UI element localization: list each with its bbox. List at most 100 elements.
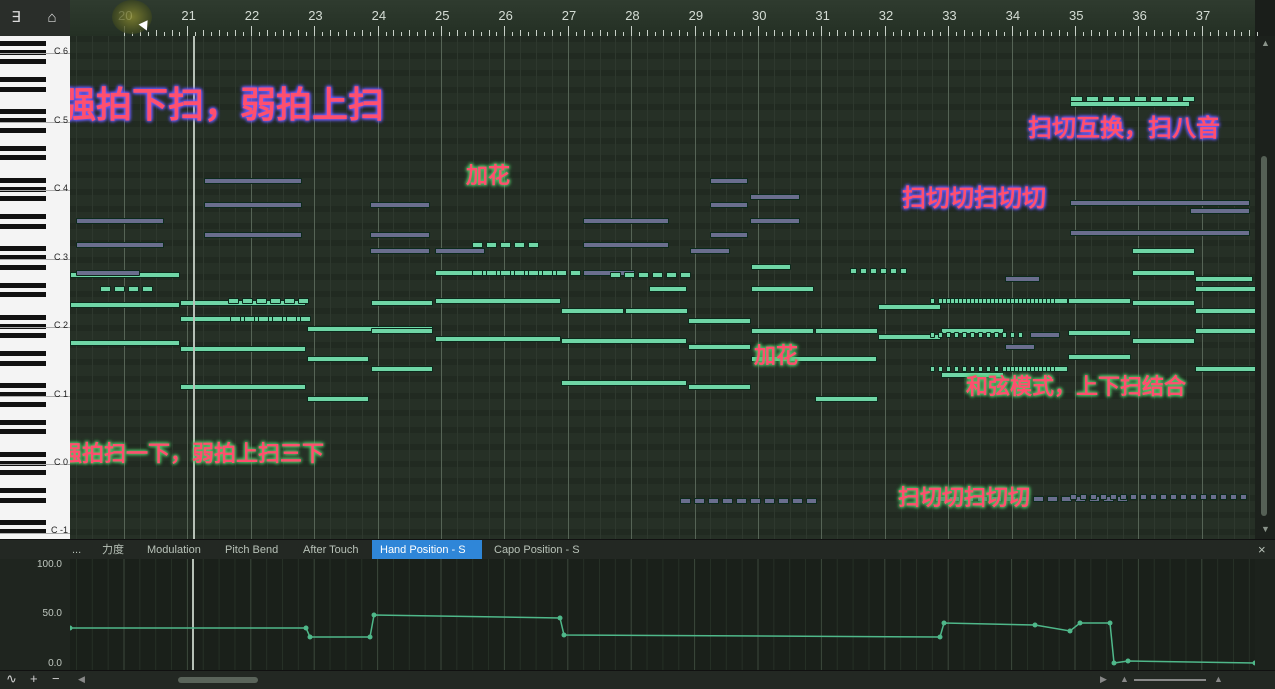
black-key[interactable] [0, 77, 46, 83]
remove-icon[interactable]: − [52, 671, 60, 686]
midi-note[interactable] [978, 332, 983, 338]
midi-note[interactable] [204, 232, 302, 238]
midi-note[interactable] [1130, 494, 1137, 500]
midi-note[interactable] [680, 498, 691, 504]
curve-node[interactable] [1111, 660, 1117, 666]
midi-note[interactable] [1195, 366, 1255, 372]
midi-note[interactable] [688, 344, 751, 350]
scroll-right-icon[interactable]: ▶ [1100, 674, 1107, 685]
midi-note[interactable] [228, 298, 239, 304]
midi-note[interactable] [284, 298, 295, 304]
black-key[interactable] [0, 470, 46, 475]
midi-note[interactable] [1182, 96, 1195, 102]
black-key[interactable] [0, 520, 46, 526]
midi-note[interactable] [970, 298, 975, 304]
add-icon[interactable]: + [30, 671, 38, 686]
midi-note[interactable] [930, 332, 935, 338]
midi-note[interactable] [583, 242, 669, 248]
curve-node[interactable] [557, 615, 563, 621]
midi-note[interactable] [1160, 494, 1167, 500]
midi-note[interactable] [1068, 298, 1131, 304]
tab-pitch-bend[interactable]: Pitch Bend [217, 540, 286, 560]
midi-note[interactable] [806, 498, 817, 504]
scroll-down-icon[interactable]: ▼ [1261, 524, 1270, 534]
midi-note[interactable] [258, 316, 269, 322]
midi-note[interactable] [370, 232, 430, 238]
black-key[interactable] [0, 383, 46, 389]
midi-note[interactable] [180, 346, 306, 352]
midi-note[interactable] [1190, 208, 1250, 214]
midi-note[interactable] [307, 356, 369, 362]
tab-more[interactable]: ... [68, 540, 85, 560]
midi-note[interactable] [514, 242, 525, 248]
tab-after-touch[interactable]: After Touch [295, 540, 366, 560]
midi-note[interactable] [946, 298, 951, 304]
drum-icon[interactable]: ⌂ [42, 8, 62, 28]
curve-node[interactable] [1067, 628, 1073, 634]
midi-note[interactable] [1110, 494, 1117, 500]
midi-note[interactable] [994, 332, 999, 338]
midi-note[interactable] [688, 318, 751, 324]
midi-note[interactable] [625, 308, 688, 314]
midi-note[interactable] [561, 380, 687, 386]
midi-note[interactable] [1080, 494, 1087, 500]
curve-node[interactable] [1077, 620, 1083, 626]
hand-position-curve[interactable] [70, 559, 1255, 670]
midi-note[interactable] [652, 272, 663, 278]
tab-velocity[interactable]: 力度 [94, 540, 132, 560]
midi-note[interactable] [371, 328, 433, 334]
midi-note[interactable] [751, 286, 814, 292]
curve-node[interactable] [561, 632, 567, 638]
midi-note[interactable] [286, 316, 297, 322]
curve-icon[interactable]: ∿ [6, 671, 17, 687]
midi-note[interactable] [962, 332, 967, 338]
midi-note[interactable] [570, 270, 581, 276]
midi-note[interactable] [472, 242, 483, 248]
midi-note[interactable] [750, 218, 800, 224]
midi-note[interactable] [764, 498, 775, 504]
black-key[interactable] [0, 214, 46, 220]
black-key[interactable] [0, 419, 46, 425]
zoom-out-icon[interactable]: ▲ [1120, 674, 1129, 684]
midi-note[interactable] [1005, 276, 1040, 282]
midi-note[interactable] [1134, 96, 1147, 102]
curve-node[interactable] [1252, 660, 1256, 666]
black-key[interactable] [0, 488, 46, 494]
midi-note[interactable] [1068, 354, 1131, 360]
midi-note[interactable] [978, 298, 983, 304]
midi-note[interactable] [624, 272, 635, 278]
midi-note[interactable] [954, 298, 959, 304]
midi-note[interactable] [1240, 494, 1247, 500]
horizontal-scroll-thumb[interactable] [178, 677, 258, 683]
midi-note[interactable] [76, 242, 164, 248]
zoom-in-icon[interactable]: ▲ [1214, 674, 1223, 684]
midi-note[interactable] [1132, 338, 1195, 344]
midi-note[interactable] [1005, 344, 1035, 350]
midi-note[interactable] [1042, 298, 1047, 304]
midi-note[interactable] [962, 298, 967, 304]
midi-note[interactable] [1068, 330, 1131, 336]
midi-note[interactable] [371, 366, 433, 372]
scroll-up-icon[interactable]: ▲ [1261, 38, 1270, 48]
midi-note[interactable] [1086, 96, 1099, 102]
black-key[interactable] [0, 333, 46, 338]
midi-note[interactable] [815, 396, 878, 402]
midi-note[interactable] [370, 202, 430, 208]
midi-note[interactable] [994, 298, 999, 304]
midi-note[interactable] [870, 268, 877, 274]
midi-note[interactable] [938, 298, 943, 304]
tab-hand-position[interactable]: Hand Position - S [372, 540, 482, 560]
midi-note[interactable] [180, 384, 306, 390]
midi-note[interactable] [1210, 494, 1217, 500]
tab-capo-position[interactable]: Capo Position - S [486, 540, 588, 560]
midi-note[interactable] [1090, 494, 1097, 500]
midi-note[interactable] [435, 336, 561, 342]
curve-node[interactable] [70, 625, 73, 631]
midi-note[interactable] [1034, 298, 1039, 304]
midi-note[interactable] [371, 300, 433, 306]
black-key[interactable] [0, 127, 46, 133]
midi-note[interactable] [694, 498, 705, 504]
midi-note[interactable] [1170, 494, 1177, 500]
midi-note[interactable] [1150, 494, 1157, 500]
black-key[interactable] [0, 145, 46, 151]
